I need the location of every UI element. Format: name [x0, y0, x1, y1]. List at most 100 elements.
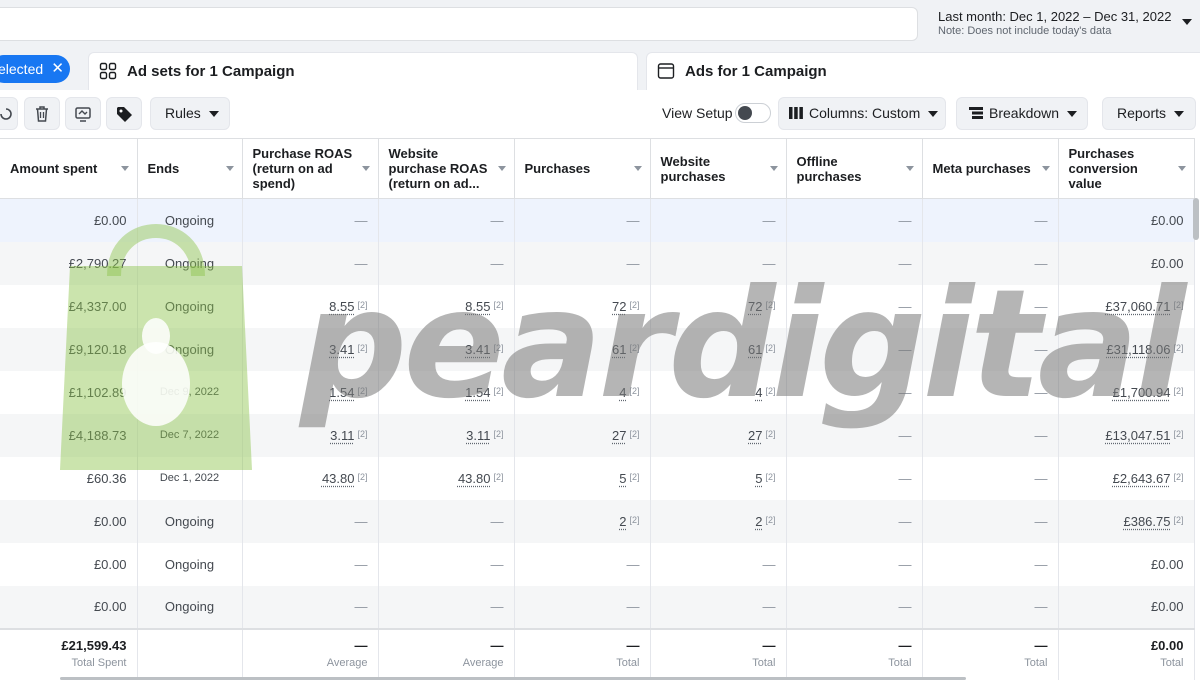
date-range-picker[interactable]: Last month: Dec 1, 2022 – Dec 31, 2022 N…: [926, 6, 1200, 42]
columns-dropdown[interactable]: Columns: Custom: [778, 97, 946, 130]
table-row[interactable]: £1,102.89 Dec 9, 2022 1.54 [2] 1.54 [2] 4 [2] 4[…: [0, 371, 1194, 414]
metric-value[interactable]: 4: [755, 385, 762, 400]
metric-value[interactable]: £386.75: [1123, 514, 1170, 529]
metric-value[interactable]: 8.55: [329, 299, 354, 314]
metric-value[interactable]: 27: [748, 428, 762, 443]
footnote-marker: [2]: [1173, 386, 1183, 396]
meta-purchases-cell: —: [922, 328, 1058, 371]
column-header-website-purchase-roas[interactable]: Website purchase ROAS (return on ad...: [378, 139, 514, 199]
metric-value[interactable]: 3.11: [466, 428, 490, 443]
metric-value[interactable]: £37,060.71: [1105, 299, 1170, 314]
purchases-cell: 27 [2]: [514, 414, 650, 457]
metric-value[interactable]: 5: [619, 471, 626, 486]
column-header-label: Ends: [148, 161, 180, 176]
ab-test-icon: [74, 105, 92, 123]
toggle-knob: [738, 106, 752, 120]
purchases-cell: 72 [2]: [514, 285, 650, 328]
ab-test-button[interactable]: [65, 97, 101, 130]
metric-value[interactable]: £31,118.06: [1106, 342, 1170, 357]
vertical-scrollbar[interactable]: [1193, 198, 1199, 240]
column-header-conversion-value[interactable]: Purchases conversion value: [1058, 139, 1194, 199]
tab-ads[interactable]: Ads for 1 Campaign: [646, 52, 1200, 90]
metric-value[interactable]: 3.11: [330, 428, 354, 443]
tags-button[interactable]: [106, 97, 142, 130]
view-setup-toggle[interactable]: [735, 103, 771, 123]
table-row[interactable]: £4,337.00 Ongoing 8.55 [2] 8.55 [2] 72 [2] 72 [2]…: [0, 285, 1194, 328]
metric-value[interactable]: 2: [619, 514, 626, 529]
metric-value[interactable]: 2: [755, 514, 762, 529]
metric-value[interactable]: 61: [748, 342, 762, 357]
ends-cell: Dec 1, 2022: [137, 457, 242, 500]
column-header-ends[interactable]: Ends: [137, 139, 242, 199]
metric-value[interactable]: 43.80: [458, 471, 491, 486]
website-purchase-roas-cell: —: [378, 586, 514, 629]
rules-dropdown[interactable]: Rules: [150, 97, 230, 130]
column-header-label: Purchase ROAS (return on ad spend): [253, 146, 353, 191]
metric-value[interactable]: 5: [755, 471, 762, 486]
metric-value[interactable]: 72: [612, 299, 626, 314]
metric-value[interactable]: 4: [619, 385, 626, 400]
column-header-meta-purchases[interactable]: Meta purchases: [922, 139, 1058, 199]
column-header-purchases[interactable]: Purchases: [514, 139, 650, 199]
search-filter-bar[interactable]: [0, 7, 918, 41]
website-purchases-cell: —: [650, 586, 786, 629]
table-row[interactable]: £0.00 Ongoing — —2 [2] 2 [2] — — £386.75 [2]: [0, 500, 1194, 543]
metric-value[interactable]: 8.55: [465, 299, 490, 314]
table-row[interactable]: £2,790.27 Ongoing — — — — — — £0.00: [0, 242, 1194, 285]
metric-value[interactable]: 61: [612, 342, 626, 357]
metric-value[interactable]: £1,700.94: [1113, 385, 1171, 400]
total-meta-value: —: [933, 638, 1048, 653]
table-row[interactable]: £0.00 Ongoing — — — — — — £0.00: [0, 199, 1194, 242]
metric-value[interactable]: £13,047.51: [1105, 428, 1170, 443]
tab-ads-label: Ads for 1 Campaign: [685, 63, 827, 80]
undo-button[interactable]: [0, 97, 18, 130]
metric-value[interactable]: 1.54: [329, 385, 354, 400]
view-setup-label: View Setup: [662, 105, 733, 121]
column-header-offline-purchases[interactable]: Offline purchases: [786, 139, 922, 199]
footnote-marker: [2]: [1173, 515, 1183, 525]
metric-value[interactable]: 1.54: [465, 385, 490, 400]
website-purchases-cell: 61 [2]: [650, 328, 786, 371]
total-meta-label: Total: [933, 657, 1048, 669]
ends-cell: Ongoing: [137, 500, 242, 543]
totals-row: £21,599.43 Total Spent — Average — Average …: [0, 629, 1194, 680]
purchases-cell: 61 [2]: [514, 328, 650, 371]
total-roas-value: —: [253, 638, 368, 653]
breakdown-label: Breakdown: [989, 105, 1059, 121]
column-header-purchase-roas[interactable]: Purchase ROAS (return on ad spend): [242, 139, 378, 199]
chevron-down-icon: [1067, 111, 1077, 117]
tab-ad-sets-label: Ad sets for 1 Campaign: [127, 63, 295, 80]
table-row[interactable]: £60.36 Dec 1, 2022 43.80 [2] 43.80 [2] 5 [2] 5 [2…: [0, 457, 1194, 500]
footnote-marker: [2]: [629, 472, 639, 482]
selected-campaigns-pill[interactable]: elected ✕: [0, 55, 70, 83]
meta-purchases-cell: —: [922, 543, 1058, 586]
total-purchases-cell: — Total: [514, 629, 650, 680]
table-row[interactable]: £0.00 Ongoing — — — — — — £0.00: [0, 543, 1194, 586]
metric-value[interactable]: 3.41: [465, 342, 490, 357]
metric-value[interactable]: 72: [748, 299, 762, 314]
metric-value[interactable]: 27: [612, 428, 626, 443]
column-header-amount-spent[interactable]: Amount spent: [0, 139, 137, 199]
website-purchase-roas-cell: —: [378, 199, 514, 242]
close-icon[interactable]: ✕: [51, 55, 64, 83]
metric-value[interactable]: 43.80: [322, 471, 355, 486]
tab-ad-sets[interactable]: Ad sets for 1 Campaign: [88, 52, 638, 90]
offline-purchases-cell: —: [786, 414, 922, 457]
table-row[interactable]: £9,120.18 Ongoing 3.41 [2] 3.41 [2] 61 [2] 61 [2]…: [0, 328, 1194, 371]
column-header-website-purchases[interactable]: Website purchases: [650, 139, 786, 199]
table-row[interactable]: £0.00 Ongoing — — — — — — £0.00: [0, 586, 1194, 629]
reports-dropdown[interactable]: Reports: [1102, 97, 1196, 130]
delete-button[interactable]: [24, 97, 60, 130]
breakdown-dropdown[interactable]: Breakdown: [956, 97, 1088, 130]
website-purchase-roas-cell: —: [378, 543, 514, 586]
meta-purchases-cell: —: [922, 500, 1058, 543]
website-purchases-cell: —: [650, 199, 786, 242]
chevron-down-icon: [1182, 19, 1192, 25]
footnote-marker: [2]: [765, 386, 775, 396]
metric-value[interactable]: 3.41: [329, 342, 354, 357]
metric-value[interactable]: £2,643.67: [1113, 471, 1171, 486]
amount-spent-cell: £4,337.00: [0, 285, 137, 328]
amount-spent-cell: £9,120.18: [0, 328, 137, 371]
website-purchase-roas-cell: 8.55 [2]: [378, 285, 514, 328]
table-row[interactable]: £4,188.73 Dec 7, 2022 3.11 [2] 3.11 [2] 27 [2] 2…: [0, 414, 1194, 457]
